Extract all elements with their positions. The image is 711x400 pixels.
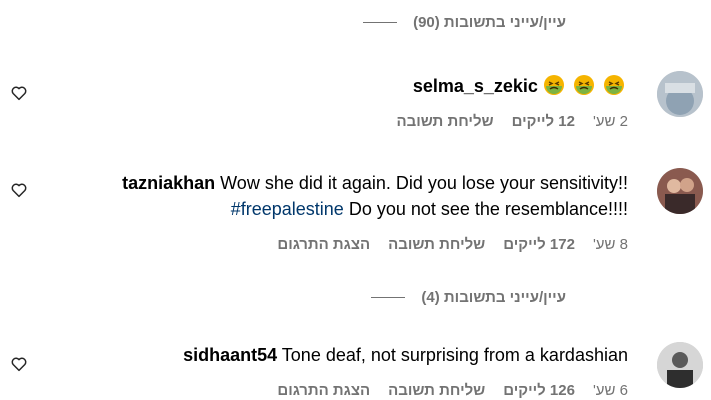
comment-meta: 6 שע' 126 לייקים שליחת תשובה הצגת התרגום: [277, 382, 628, 399]
heart-outline-icon[interactable]: [10, 355, 28, 373]
view-replies-label: עיין/עייני בתשובות (4): [421, 289, 566, 306]
comment-text-line1: Wow she did it again. Did you lose your …: [220, 173, 628, 193]
comment-username[interactable]: selma_s_zekic: [413, 76, 538, 96]
see-translation-button[interactable]: הצגת התרגום: [277, 236, 370, 253]
view-replies-button[interactable]: עיין/עייני בתשובות (90): [363, 14, 566, 31]
comment-text-line2: Do you not see the resemblance!!!!: [348, 199, 628, 219]
comment-time[interactable]: 6 שע': [593, 382, 628, 399]
comment-text: Tone deaf, not surprising from a kardash…: [281, 345, 628, 365]
reply-button[interactable]: שליחת תשובה: [388, 382, 485, 399]
comment-username[interactable]: sidhaant54: [183, 345, 277, 365]
comment-body: tazniakhan Wow she did it again. Did you…: [115, 171, 628, 196]
avatar[interactable]: [657, 342, 703, 388]
comment-meta: 8 שע' 172 לייקים שליחת תשובה הצגת התרגום: [277, 236, 628, 253]
reply-button[interactable]: שליחת תשובה: [388, 236, 485, 253]
reply-button[interactable]: שליחת תשובה: [396, 113, 493, 130]
comment-time[interactable]: 2 שע': [593, 113, 628, 130]
likes-count[interactable]: 126 לייקים: [503, 382, 575, 399]
hashtag-link[interactable]: #freepalestine: [231, 199, 344, 219]
avatar[interactable]: [657, 71, 703, 117]
comment-body: selma_s_zekic: [406, 74, 628, 99]
likes-count[interactable]: 172 לייקים: [503, 236, 575, 253]
avatar[interactable]: [657, 168, 703, 214]
heart-outline-icon[interactable]: [10, 181, 28, 199]
nauseated-face-icon: [573, 75, 594, 95]
comment-body: sidhaant54 Tone deaf, not surprising fro…: [176, 343, 628, 368]
view-replies-button[interactable]: עיין/עייני בתשובות (4): [371, 289, 566, 306]
nauseated-face-icon: [543, 75, 564, 95]
emoji-group: [543, 75, 628, 96]
nauseated-face-icon: [604, 75, 624, 95]
view-replies-label: עיין/עייני בתשובות (90): [413, 14, 566, 31]
comment-time[interactable]: 8 שע': [593, 236, 628, 253]
heart-outline-icon[interactable]: [10, 84, 28, 102]
comment-body-line2: #freepalestine Do you not see the resemb…: [231, 197, 628, 222]
see-translation-button[interactable]: הצגת התרגום: [277, 382, 370, 399]
likes-count[interactable]: 12 לייקים: [512, 113, 575, 130]
comment-username[interactable]: tazniakhan: [122, 173, 215, 193]
comment-meta: 2 שע' 12 לייקים שליחת תשובה: [396, 113, 628, 130]
replies-divider: [371, 297, 406, 298]
replies-divider: [363, 22, 398, 23]
